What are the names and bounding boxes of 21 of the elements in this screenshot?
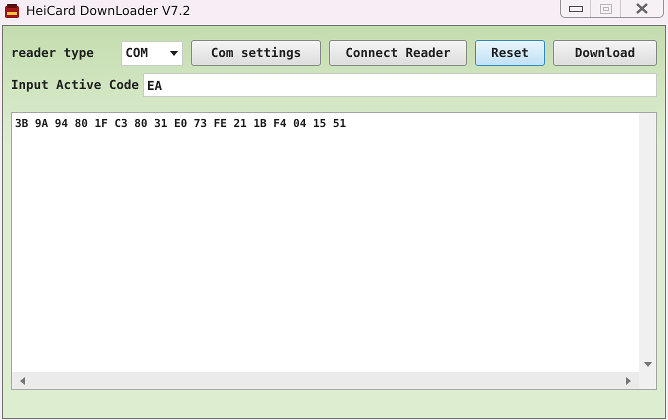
toolbar-button[interactable]: Com settings xyxy=(191,40,321,66)
app-icon xyxy=(4,3,20,19)
scroll-down-icon[interactable] xyxy=(644,362,652,367)
horizontal-scrollbar[interactable] xyxy=(12,372,639,389)
output-text: 3B 9A 94 80 1F C3 80 31 E0 73 FE 21 1B F4 04 15 51 xyxy=(14,116,348,132)
maximize-icon xyxy=(600,4,612,14)
toolbar-button[interactable]: Connect Reader xyxy=(329,40,467,66)
window-title: HeiCard DownLoader V7.2 xyxy=(26,2,190,20)
vertical-scrollbar[interactable] xyxy=(639,113,656,372)
minimize-icon xyxy=(568,6,582,12)
dropdown-caret-icon xyxy=(170,50,178,56)
scroll-right-icon[interactable] xyxy=(626,376,631,384)
toolbar-button[interactable]: Reset xyxy=(475,40,545,66)
scroll-left-icon[interactable] xyxy=(20,376,25,384)
active-code-field[interactable]: EA xyxy=(142,73,657,97)
toolbar-button[interactable]: Download xyxy=(553,40,657,66)
scrollbar-corner xyxy=(639,372,656,389)
active-code-label: Input Active Code xyxy=(11,76,139,94)
reader-type-label: reader type xyxy=(11,44,95,62)
reader-type-dropdown[interactable]: COM xyxy=(121,40,183,66)
close-icon xyxy=(636,3,648,14)
